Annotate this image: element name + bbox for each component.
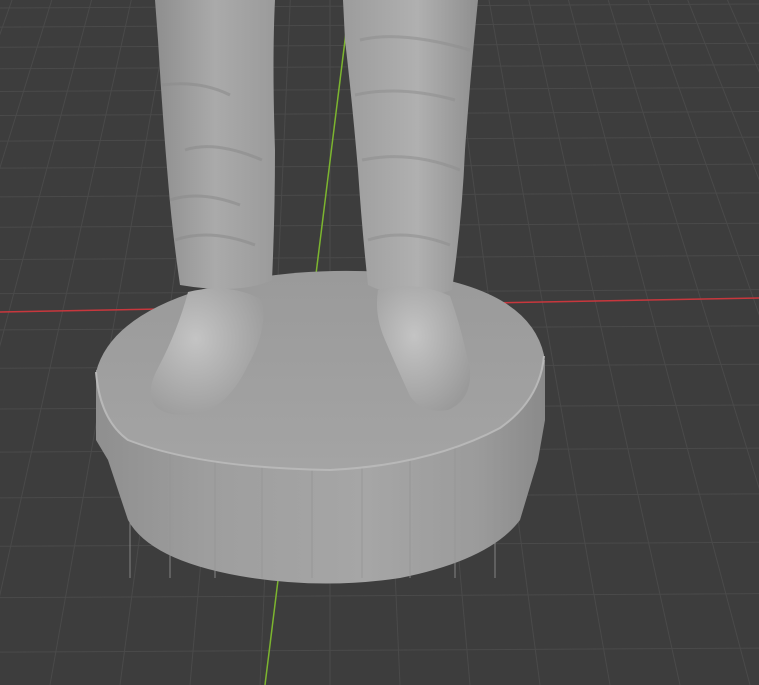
- 3d-viewport[interactable]: [0, 0, 759, 685]
- pedestal[interactable]: [95, 270, 545, 584]
- viewport-scene[interactable]: [0, 0, 759, 685]
